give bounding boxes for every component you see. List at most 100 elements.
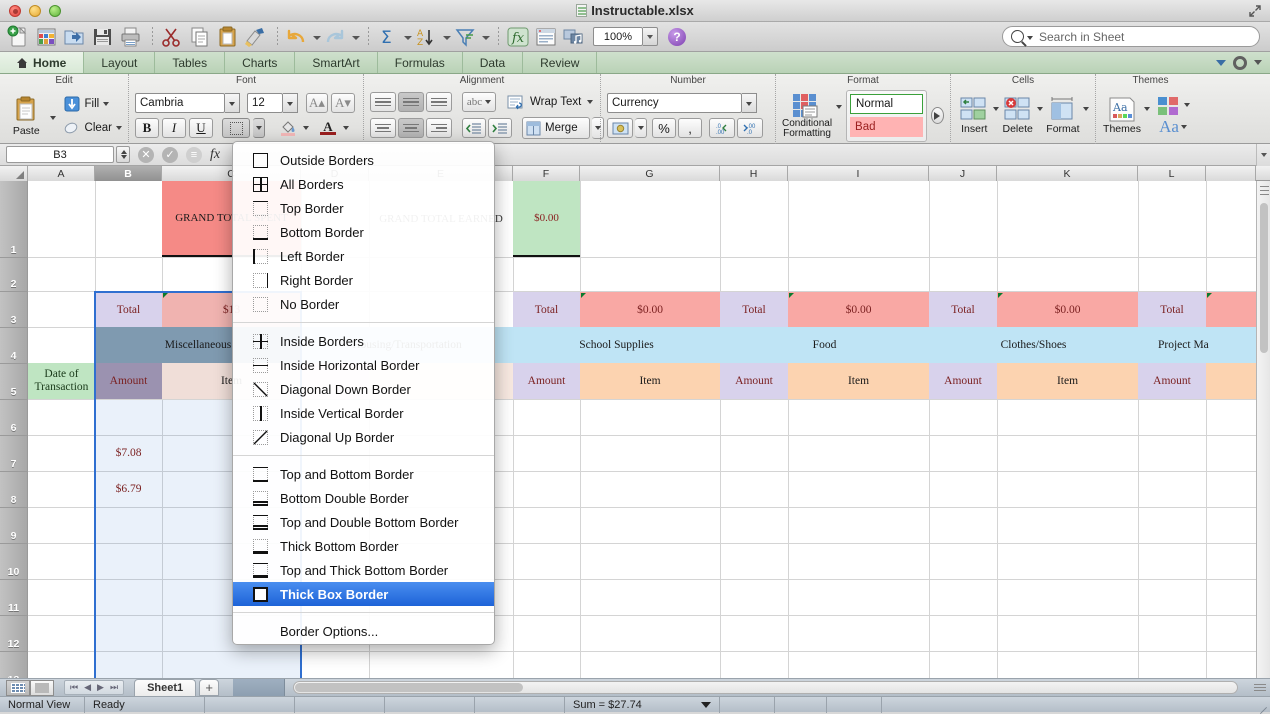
themes-button[interactable]: Aa Themes: [1102, 97, 1142, 135]
menu-item-bottom-border[interactable]: Bottom Border: [233, 220, 494, 244]
row-header-4[interactable]: 4: [0, 328, 28, 364]
undo-icon[interactable]: [284, 25, 310, 49]
redo-caret-icon[interactable]: [351, 25, 360, 49]
comma-format-button[interactable]: ,: [678, 118, 702, 138]
paste-button[interactable]: Paste: [6, 95, 47, 137]
clear-button[interactable]: Clear: [63, 119, 122, 137]
menu-item-top-and-double-bottom-border[interactable]: Top and Double Bottom Border: [233, 510, 494, 534]
cell-I5[interactable]: Item: [788, 363, 929, 399]
resize-grip-icon[interactable]: [1256, 697, 1270, 714]
sort-caret-icon[interactable]: [442, 25, 451, 49]
increase-decimal-button[interactable]: .0.00: [709, 118, 735, 138]
orientation-button[interactable]: abc: [462, 92, 496, 112]
col-header-L[interactable]: L: [1138, 166, 1206, 181]
menu-item-inside-horizontal-border[interactable]: Inside Horizontal Border: [233, 353, 494, 377]
sheet-nav-buttons[interactable]: ⏮ ◀ ▶ ⏭: [64, 680, 125, 695]
open-folder-icon[interactable]: [62, 25, 88, 49]
cut-icon[interactable]: [159, 25, 185, 49]
borders-dropdown-icon[interactable]: [253, 118, 265, 138]
menu-item-inside-vertical-border[interactable]: Inside Vertical Border: [233, 401, 494, 425]
col-header-A[interactable]: A: [28, 166, 95, 181]
cell-B7[interactable]: $7.08: [95, 435, 162, 471]
cell-K5[interactable]: Item: [997, 363, 1138, 399]
tab-data[interactable]: Data: [463, 52, 524, 73]
wrap-text-icon[interactable]: [504, 92, 526, 112]
cell-J5[interactable]: Amount: [929, 363, 997, 399]
tab-charts[interactable]: Charts: [225, 52, 296, 73]
paste-caret-icon[interactable]: [49, 115, 56, 120]
horizontal-scroll-thumb[interactable]: [295, 683, 524, 692]
format-caret-icon[interactable]: [1083, 106, 1089, 111]
vertical-scrollbar[interactable]: [1256, 181, 1270, 678]
theme-fonts-caret-icon[interactable]: [1180, 124, 1187, 129]
borders-button[interactable]: [222, 118, 250, 138]
row-header-7[interactable]: 7: [0, 436, 28, 472]
autosum-icon[interactable]: Σ: [375, 25, 401, 49]
increase-indent-button[interactable]: [488, 118, 512, 138]
cell-F4[interactable]: School Supplies: [513, 327, 720, 363]
wrap-text-label[interactable]: Wrap Text: [530, 96, 581, 108]
align-center-button[interactable]: [398, 118, 424, 138]
row-header-2[interactable]: 2: [0, 258, 28, 292]
print-icon[interactable]: [118, 25, 144, 49]
row-header-3[interactable]: 3: [0, 292, 28, 328]
help-icon[interactable]: ?: [668, 27, 686, 46]
conditional-formatting-button[interactable]: Conditional Formatting: [782, 93, 832, 139]
tab-tables[interactable]: Tables: [155, 52, 226, 73]
vertical-scroll-thumb[interactable]: [1260, 203, 1268, 353]
sheet-tab-sheet1[interactable]: Sheet1: [134, 679, 197, 696]
theme-fonts-label[interactable]: Aa: [1159, 117, 1179, 137]
fill-button[interactable]: Fill: [63, 95, 122, 113]
cancel-formula-icon[interactable]: ✕: [138, 146, 154, 163]
cell-H5[interactable]: Amount: [720, 363, 788, 399]
menu-item-thick-bottom-border[interactable]: Thick Bottom Border: [233, 534, 494, 558]
cell-L4[interactable]: Project Ma: [1138, 327, 1270, 363]
last-sheet-icon[interactable]: ⏭: [110, 682, 118, 693]
sum-indicator[interactable]: Sum = $27.74: [565, 696, 720, 713]
zoom-value[interactable]: 100%: [593, 27, 643, 46]
tab-smartart[interactable]: SmartArt: [295, 52, 378, 73]
menu-item-thick-box-border[interactable]: Thick Box Border: [233, 582, 494, 606]
menu-item-top-and-thick-bottom-border[interactable]: Top and Thick Bottom Border: [233, 558, 494, 582]
percent-format-button[interactable]: %: [652, 118, 676, 138]
clear-caret-icon[interactable]: [116, 125, 122, 130]
row-header-5[interactable]: 5: [0, 364, 28, 400]
row-header-11[interactable]: 11: [0, 580, 28, 616]
align-left-button[interactable]: [370, 118, 396, 138]
menu-item-top-border[interactable]: Top Border: [233, 196, 494, 220]
cell-B5[interactable]: Amount: [95, 363, 162, 399]
theme-colors-icon[interactable]: [1156, 95, 1182, 117]
col-header-I[interactable]: I: [788, 166, 929, 181]
wrap-text-caret-icon[interactable]: [587, 100, 594, 104]
styles-expand-icon[interactable]: [930, 107, 944, 124]
row-header-1[interactable]: 1: [0, 181, 28, 258]
cell-L3[interactable]: Total: [1138, 292, 1206, 327]
sum-dropdown-icon[interactable]: [701, 701, 711, 708]
cell-H4[interactable]: Food: [720, 327, 929, 363]
cell-A5[interactable]: Date of Transaction: [28, 363, 95, 399]
tab-formulas[interactable]: Formulas: [378, 52, 463, 73]
decrease-decimal-button[interactable]: .00.0: [737, 118, 763, 138]
cell-J3[interactable]: Total: [929, 292, 997, 327]
menu-item-border-options[interactable]: Border Options...: [233, 619, 494, 643]
save-icon[interactable]: [90, 25, 116, 49]
new-document-icon[interactable]: [6, 25, 32, 49]
number-format-select[interactable]: Currency: [607, 93, 742, 113]
increase-font-size-button[interactable]: A▴: [306, 93, 328, 113]
expand-icon[interactable]: [1248, 4, 1262, 18]
font-color-button[interactable]: A: [316, 118, 340, 138]
themes-caret-icon[interactable]: [1144, 106, 1150, 111]
font-name-input[interactable]: Cambria: [135, 93, 225, 113]
formula-bar-expand-icon[interactable]: [1256, 143, 1270, 166]
search-caret-icon[interactable]: [1027, 35, 1033, 40]
col-header-B[interactable]: B: [95, 166, 162, 181]
menu-item-bottom-double-border[interactable]: Bottom Double Border: [233, 486, 494, 510]
ribbon-collapse-icon[interactable]: [1216, 59, 1226, 66]
cell-B8[interactable]: $6.79: [95, 471, 162, 507]
cell-G3[interactable]: $0.00: [580, 292, 720, 327]
menu-item-diagonal-up-border[interactable]: Diagonal Up Border: [233, 425, 494, 449]
font-color-caret-icon[interactable]: [343, 126, 349, 130]
decrease-indent-button[interactable]: [462, 118, 486, 138]
insert-cells-button[interactable]: Insert: [957, 97, 992, 135]
font-size-dropdown-icon[interactable]: [283, 93, 298, 113]
